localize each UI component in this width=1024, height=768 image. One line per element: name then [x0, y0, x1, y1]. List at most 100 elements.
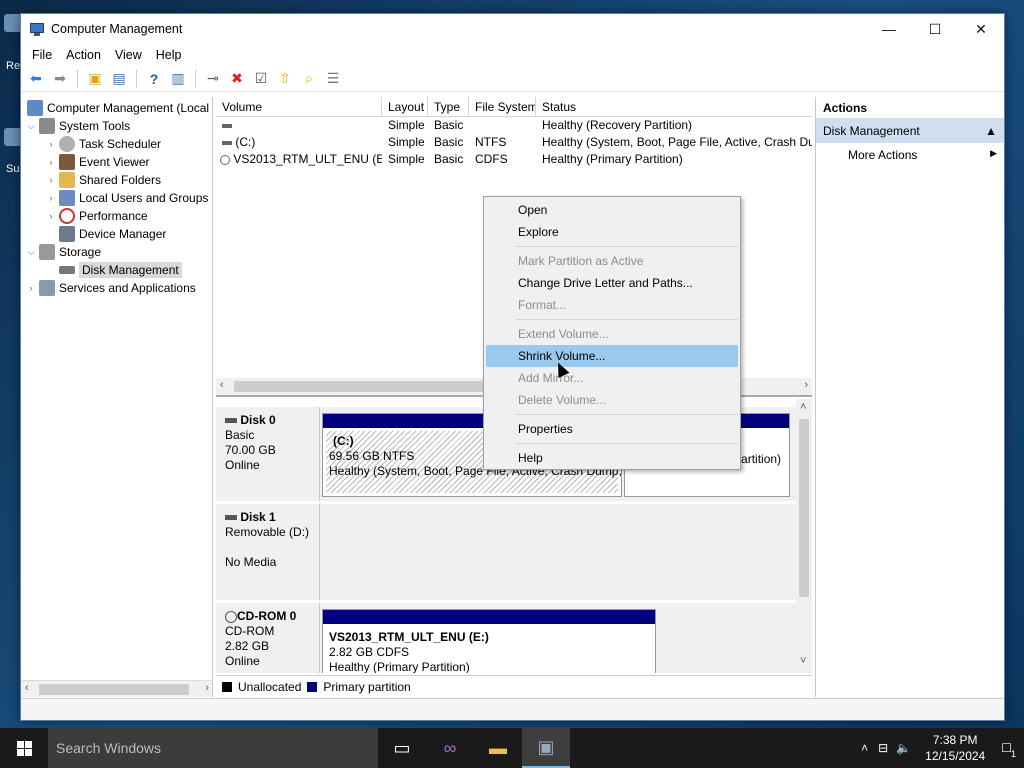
clock[interactable]: 7:38 PM 12/15/2024 — [915, 732, 995, 764]
collapse-icon[interactable]: ⌵ — [25, 247, 37, 258]
table-row[interactable]: VS2013_RTM_ULT_ENU (E:) Simple Basic CDF… — [216, 151, 812, 168]
scroll-left-icon[interactable]: ‹ — [220, 379, 224, 391]
collapse-icon[interactable]: ⌵ — [25, 121, 37, 132]
computer-icon — [27, 100, 43, 116]
expand-icon[interactable]: › — [45, 193, 57, 203]
forward-icon[interactable]: ➡ — [49, 68, 71, 90]
menu-help[interactable]: Help — [149, 48, 189, 62]
scroll-left-icon[interactable]: ‹ — [25, 682, 29, 694]
tree-item-performance[interactable]: › Performance — [45, 207, 148, 225]
tree-item-services[interactable]: › Services and Applications — [25, 279, 196, 297]
action-center-icon[interactable]: ☐ 1 — [995, 741, 1024, 759]
tree-label: Performance — [79, 209, 148, 223]
expand-icon[interactable]: › — [45, 157, 57, 167]
menu-item-delete-volume: Delete Volume... — [518, 393, 607, 407]
disk-row-cdrom[interactable]: CD-ROM 0 CD-ROM 2.82 GB Online VS2013_RT… — [216, 603, 796, 673]
partition-bar — [323, 610, 655, 624]
tree-label: Computer Management (Local — [47, 101, 210, 115]
menu-separator — [516, 319, 738, 320]
menu-item-explore[interactable]: Explore — [484, 221, 740, 243]
computer-management-icon — [29, 21, 45, 37]
tree-item-storage[interactable]: ⌵ Storage — [25, 243, 101, 261]
help-icon[interactable]: ? — [143, 68, 165, 90]
actions-title: Actions — [816, 97, 1004, 119]
menu-view[interactable]: View — [108, 48, 149, 62]
table-row[interactable]: Simple Basic Healthy (Recovery Partition… — [216, 117, 812, 134]
legend-primary: Primary partition — [323, 679, 411, 694]
column-volume[interactable]: Volume — [216, 97, 382, 116]
menu-action[interactable]: Action — [59, 48, 108, 62]
partition-e[interactable]: VS2013_RTM_ULT_ENU (E:) 2.82 GB CDFS Hea… — [322, 609, 656, 673]
expand-icon[interactable]: › — [45, 211, 57, 221]
up-folder-icon[interactable]: ▣ — [84, 68, 106, 90]
menu-item-shrink-volume[interactable]: Shrink Volume... — [486, 345, 738, 367]
column-layout[interactable]: Layout — [382, 97, 428, 116]
close-button[interactable]: ✕ — [958, 14, 1004, 44]
volume-muted-icon[interactable]: 🔈 — [892, 741, 915, 755]
show-hide-tree-icon[interactable]: ▤ — [108, 68, 130, 90]
check-icon[interactable]: ☑ — [250, 68, 272, 90]
maximize-button[interactable]: ☐ — [912, 14, 958, 44]
disk-row-1[interactable]: Disk 1 Removable (D:) No Media — [216, 504, 796, 600]
tree-label: Event Viewer — [79, 155, 150, 169]
column-file-system[interactable]: File System — [469, 97, 536, 116]
menu-file[interactable]: File — [25, 48, 59, 62]
scroll-down-icon[interactable]: ˅ — [800, 655, 806, 667]
expand-icon[interactable]: › — [45, 175, 57, 185]
properties-icon[interactable]: ▥ — [167, 68, 189, 90]
back-icon[interactable]: ⬅ — [25, 68, 47, 90]
disk-name: Disk 0 — [240, 413, 276, 427]
clock-icon — [59, 136, 75, 152]
delete-icon[interactable]: ✖ — [226, 68, 248, 90]
scroll-right-icon[interactable]: › — [205, 682, 209, 694]
menu-item-open[interactable]: Open — [484, 199, 740, 221]
connect-icon[interactable]: ⊸ — [202, 68, 224, 90]
scrollbar-thumb[interactable] — [799, 419, 809, 597]
volume-list-header: Volume Layout Type File System Status — [216, 97, 812, 117]
menu-item-properties[interactable]: Properties — [484, 418, 740, 440]
tree-item-local-users[interactable]: › Local Users and Groups — [45, 189, 208, 207]
tree-item-disk-management[interactable]: Disk Management — [57, 261, 182, 279]
tree-item-task-scheduler[interactable]: › Task Scheduler — [45, 135, 161, 153]
tree-horizontal-scrollbar[interactable]: ‹ › — [21, 680, 212, 697]
column-status[interactable]: Status — [536, 97, 812, 116]
title-bar[interactable]: Computer Management — ☐ ✕ — [21, 14, 1004, 44]
expand-icon[interactable]: › — [25, 283, 37, 293]
scrollbar-thumb[interactable] — [39, 684, 189, 695]
table-row[interactable]: (C:) Simple Basic NTFS Healthy (System, … — [216, 134, 812, 151]
tree-item-shared-folders[interactable]: › Shared Folders — [45, 171, 161, 189]
list-icon[interactable]: ☰ — [322, 68, 344, 90]
scroll-up-icon[interactable]: ˄ — [800, 401, 806, 413]
scroll-right-icon[interactable]: › — [804, 379, 808, 391]
column-type[interactable]: Type — [428, 97, 469, 116]
disk-view-vertical-scrollbar[interactable]: ˄ ˅ — [796, 399, 812, 673]
more-actions-item[interactable]: More Actions ▶ — [816, 143, 1004, 167]
start-button[interactable] — [0, 728, 48, 768]
performance-icon — [59, 208, 75, 224]
expand-icon[interactable]: › — [45, 139, 57, 149]
task-view-icon[interactable]: ▭ — [378, 728, 426, 768]
computer-management-taskbar-icon[interactable]: ▣ — [522, 728, 570, 768]
menu-item-help[interactable]: Help — [484, 447, 740, 469]
cell-type: Basic — [434, 152, 464, 166]
taskbar-search[interactable]: Search Windows — [48, 728, 378, 768]
collapse-section-icon[interactable]: ▲ — [985, 124, 997, 138]
search-icon[interactable]: ⌕ — [298, 68, 320, 90]
tree-item-root[interactable]: Computer Management (Local — [25, 99, 209, 117]
tree-item-system-tools[interactable]: ⌵ System Tools — [25, 117, 130, 135]
windows-logo-icon — [16, 740, 32, 756]
show-hidden-icons-icon[interactable]: ˄ — [855, 741, 874, 755]
minimize-button[interactable]: — — [866, 14, 912, 44]
tree-item-event-viewer[interactable]: › Event Viewer — [45, 153, 149, 171]
menu-item-change-drive-letter[interactable]: Change Drive Letter and Paths... — [484, 272, 740, 294]
visual-studio-icon[interactable]: ∞ — [426, 728, 474, 768]
tree-label: System Tools — [59, 119, 131, 133]
file-explorer-icon[interactable]: ▬ — [474, 728, 522, 768]
disk-info: Disk 1 Removable (D:) No Media — [216, 504, 320, 600]
network-icon[interactable]: ⊟ — [874, 741, 892, 755]
tree-item-device-manager[interactable]: Device Manager — [57, 225, 166, 243]
window-title: Computer Management — [51, 22, 183, 36]
export-icon[interactable]: ⇧ — [274, 68, 296, 90]
actions-section-disk-management[interactable]: Disk Management ▲ — [816, 119, 1004, 143]
cell-type: Basic — [434, 135, 464, 149]
